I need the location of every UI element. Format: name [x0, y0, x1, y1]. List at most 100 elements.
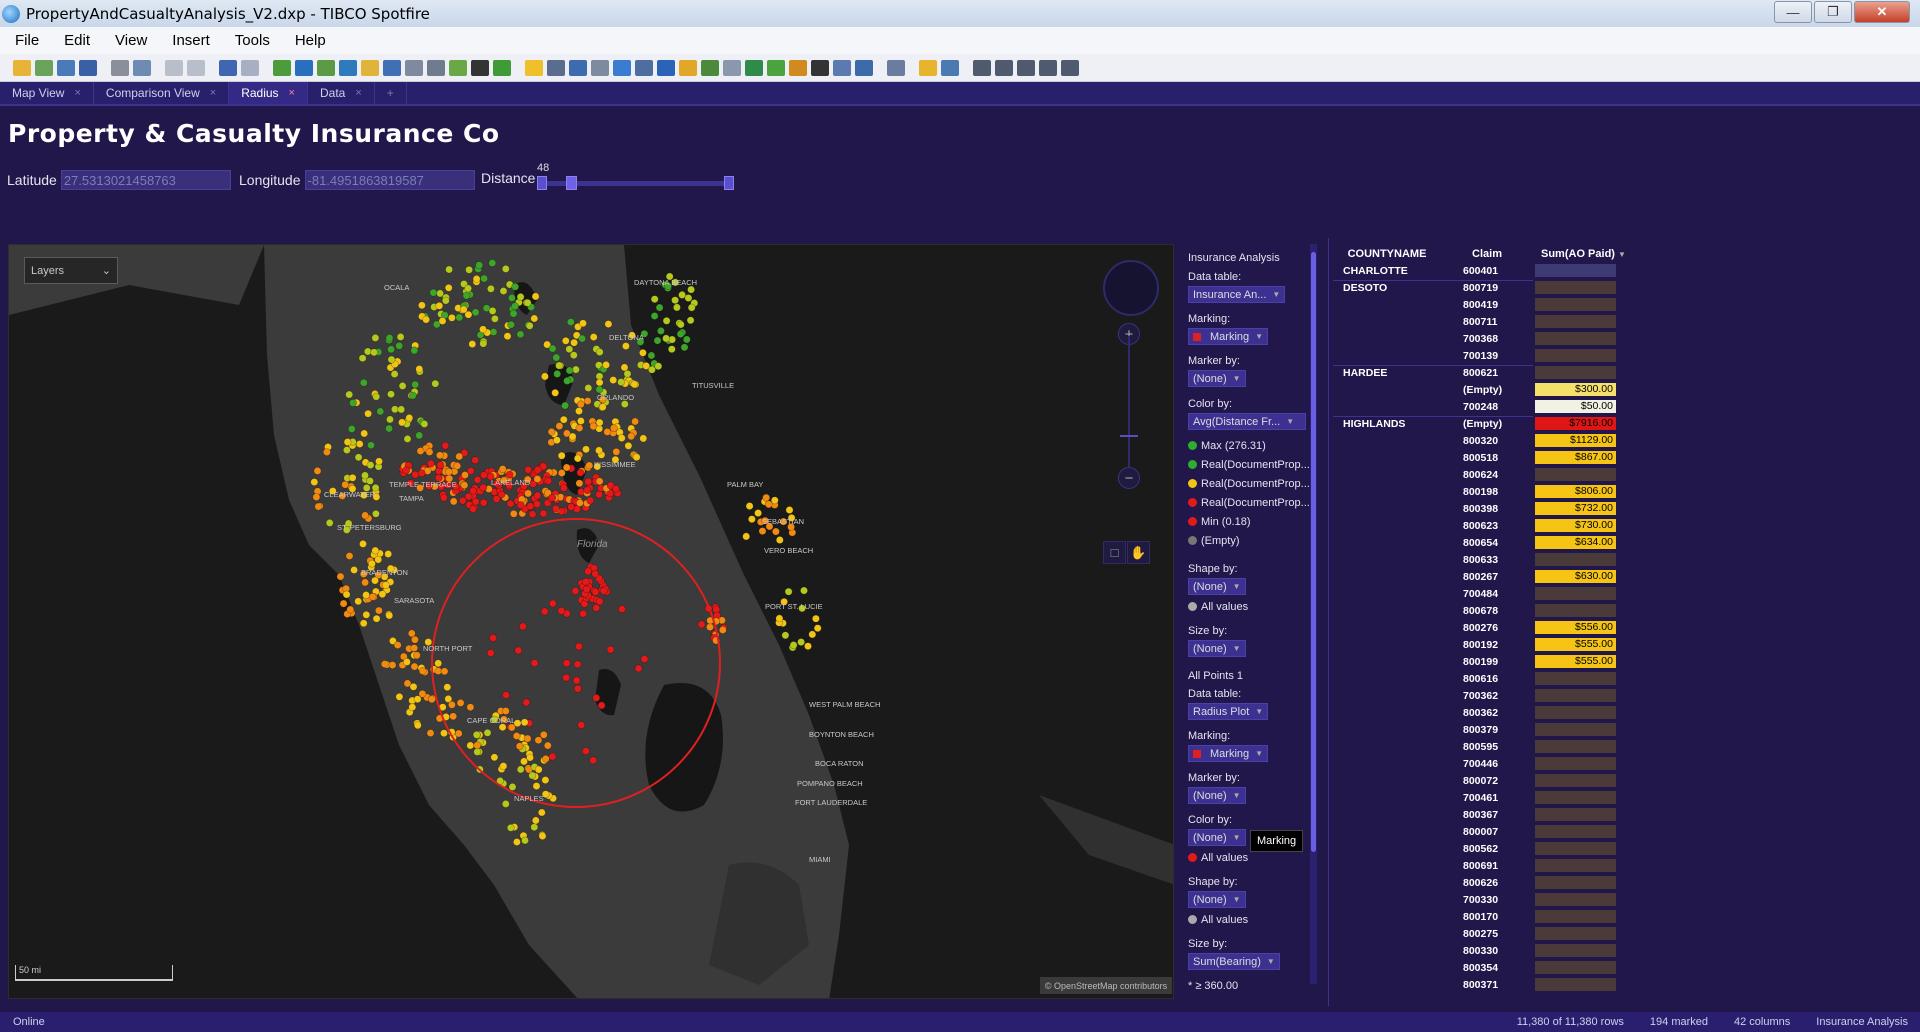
map-marker[interactable]: [342, 590, 351, 599]
map-marker[interactable]: [411, 470, 420, 479]
map-marker[interactable]: [572, 676, 581, 685]
map-marker[interactable]: [492, 494, 501, 503]
map-marker[interactable]: [548, 752, 557, 761]
map-marker[interactable]: [372, 392, 381, 401]
map-marker[interactable]: [380, 660, 389, 668]
column-header-sum-ao-paid[interactable]: Sum(AO Paid) ▼: [1535, 248, 1632, 264]
paste-icon[interactable]: [187, 59, 205, 76]
map-marker[interactable]: [440, 729, 448, 738]
cell-claim[interactable]: 800170: [1463, 910, 1498, 924]
cell-sum-ao-paid[interactable]: [1535, 927, 1616, 940]
map-marker[interactable]: [512, 838, 521, 846]
minimize-button[interactable]: —: [1774, 1, 1812, 23]
map-marker[interactable]: [464, 492, 473, 501]
map-marker[interactable]: [522, 698, 531, 707]
add-data-icon[interactable]: [35, 59, 53, 76]
map-marker[interactable]: [584, 477, 593, 486]
map-marker[interactable]: [553, 369, 562, 378]
menu-tools[interactable]: Tools: [235, 32, 270, 49]
latitude-input[interactable]: [60, 170, 231, 190]
map-marker[interactable]: [676, 320, 685, 329]
cell-sum-ao-paid[interactable]: [1535, 978, 1616, 991]
map-marker[interactable]: [526, 502, 535, 511]
legend-scrollbar[interactable]: [1310, 244, 1317, 984]
cell-claim[interactable]: 800562: [1463, 842, 1498, 856]
cell-sum-ao-paid[interactable]: [1535, 349, 1616, 362]
map-marker[interactable]: [444, 467, 453, 476]
cell-claim[interactable]: 700446: [1463, 757, 1498, 771]
map-marker[interactable]: [515, 742, 524, 751]
map-marker[interactable]: [673, 303, 681, 312]
map-marker[interactable]: [427, 695, 436, 704]
map-marker[interactable]: [589, 756, 598, 765]
map-marker[interactable]: [748, 515, 756, 524]
map-marker[interactable]: [631, 417, 639, 426]
tab-data[interactable]: Data ×: [308, 82, 375, 104]
map-marker[interactable]: [511, 282, 520, 291]
map-marker[interactable]: [579, 609, 588, 618]
map-marker[interactable]: [565, 366, 574, 375]
map-marker[interactable]: [595, 597, 604, 606]
sort-caret-icon[interactable]: ▼: [1618, 250, 1626, 259]
map-marker[interactable]: [415, 431, 424, 440]
map-marker[interactable]: [519, 622, 527, 631]
pie-chart-icon[interactable]: [679, 59, 697, 76]
map-marker[interactable]: [561, 336, 570, 345]
map-marker[interactable]: [375, 457, 383, 466]
map-marker[interactable]: [606, 645, 615, 654]
map-marker[interactable]: [523, 298, 532, 307]
map-marker[interactable]: [336, 572, 345, 581]
cell-sum-ao-paid[interactable]: [1535, 689, 1616, 702]
map-marker[interactable]: [560, 484, 568, 492]
map-marker[interactable]: [506, 499, 515, 508]
zoom-out-button[interactable]: −: [1118, 467, 1140, 489]
pan-hand-icon[interactable]: ✋: [1127, 541, 1150, 564]
map-marker[interactable]: [589, 333, 598, 341]
map-marker[interactable]: [416, 447, 425, 455]
map-marker[interactable]: [639, 348, 647, 357]
cell-sum-ao-paid[interactable]: $732.00: [1535, 502, 1616, 515]
cell-sum-ao-paid[interactable]: [1535, 808, 1616, 821]
map-marker[interactable]: [322, 448, 331, 456]
map-marker[interactable]: [582, 585, 591, 594]
cell-sum-ao-paid[interactable]: [1535, 281, 1616, 294]
map-marker[interactable]: [577, 721, 586, 729]
map-marker[interactable]: [461, 471, 469, 479]
map-marker[interactable]: [402, 466, 411, 475]
map-marker[interactable]: [417, 469, 426, 478]
map-marker[interactable]: [345, 390, 354, 399]
shape-icon[interactable]: [449, 59, 467, 76]
map-marker[interactable]: [762, 493, 771, 502]
map-marker[interactable]: [576, 400, 585, 409]
map-marker[interactable]: [464, 284, 472, 293]
map-marker[interactable]: [490, 753, 499, 762]
map-marker[interactable]: [682, 335, 691, 344]
map-marker[interactable]: [426, 729, 435, 737]
map-marker[interactable]: [488, 259, 497, 267]
map-marker[interactable]: [566, 318, 575, 326]
map-marker[interactable]: [313, 466, 322, 475]
map-marker[interactable]: [350, 566, 358, 574]
cell-sum-ao-paid[interactable]: [1535, 587, 1616, 600]
map-marker[interactable]: [426, 459, 435, 468]
map-marker[interactable]: [617, 434, 626, 442]
map-marker[interactable]: [396, 333, 405, 341]
export-icon[interactable]: [133, 59, 151, 76]
heat-map-icon[interactable]: [789, 59, 807, 76]
shape-by-dropdown-2[interactable]: (None) ▼: [1188, 891, 1246, 908]
cell-sum-ao-paid[interactable]: $555.00: [1535, 638, 1616, 651]
map-marker[interactable]: [371, 576, 379, 585]
map-marker[interactable]: [592, 693, 601, 702]
bar-chart-icon[interactable]: [613, 59, 631, 76]
map-marker[interactable]: [598, 403, 607, 411]
recommendations-icon[interactable]: [525, 59, 543, 76]
cell-claim[interactable]: 700330: [1463, 893, 1498, 907]
print-icon[interactable]: [111, 59, 129, 76]
layout-rows-icon[interactable]: [1039, 59, 1057, 76]
map-marker[interactable]: [591, 569, 600, 578]
cell-claim[interactable]: 800595: [1463, 740, 1498, 754]
cell-claim[interactable]: 800072: [1463, 774, 1498, 788]
map-marker[interactable]: [538, 832, 547, 840]
cell-claim[interactable]: (Empty): [1463, 417, 1502, 431]
map-marker[interactable]: [548, 493, 557, 502]
